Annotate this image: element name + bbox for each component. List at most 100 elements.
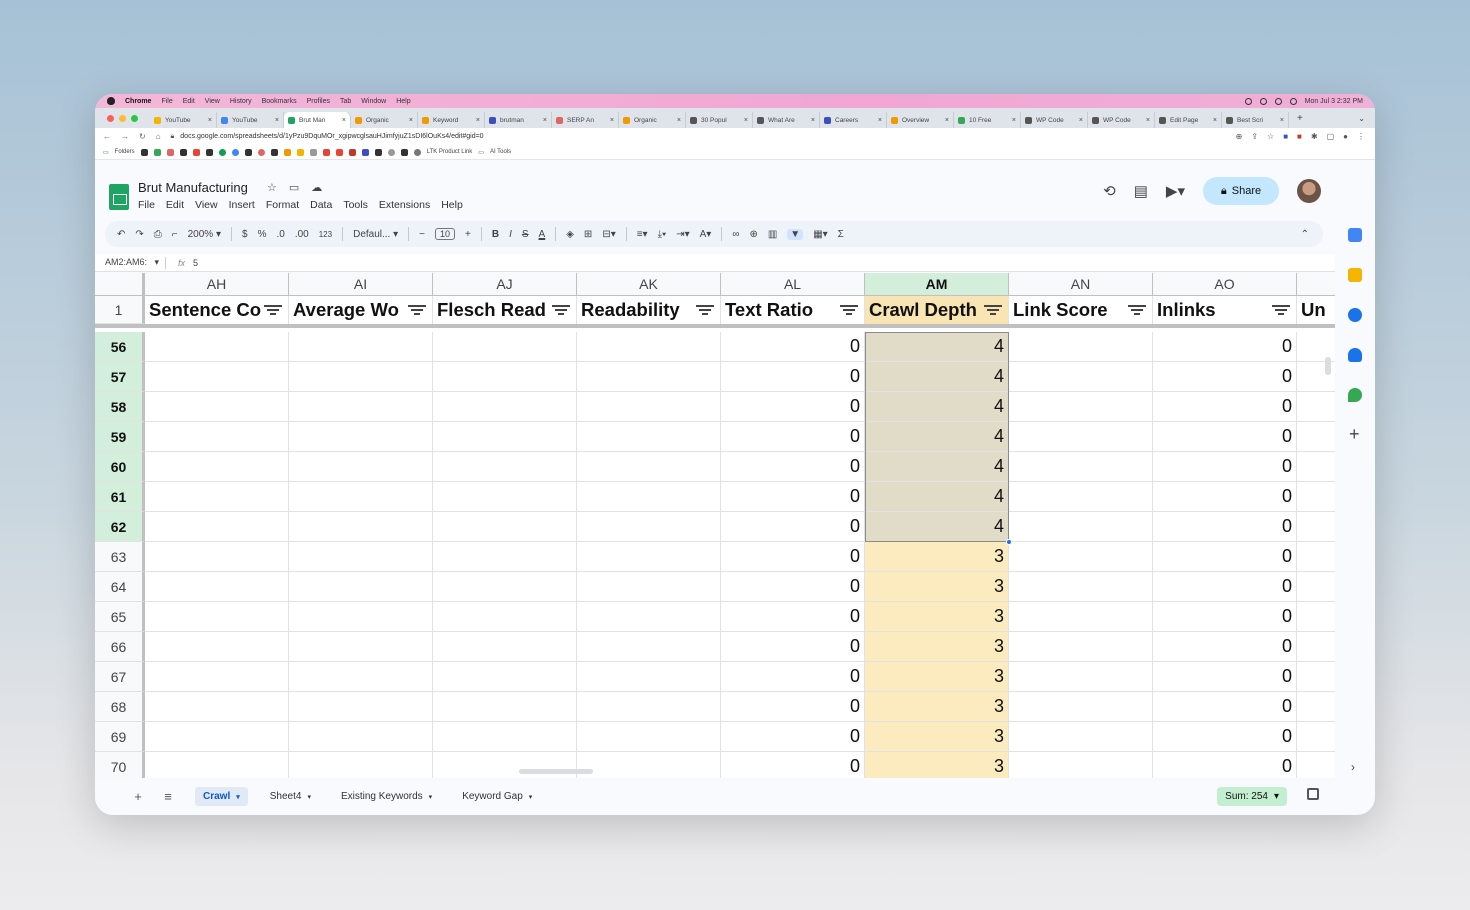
browser-tab[interactable]: Organic × <box>619 112 686 128</box>
grid-cell[interactable]: 0 <box>721 482 865 512</box>
zoom-icon[interactable]: ⊕ <box>1236 132 1243 141</box>
grid-cell[interactable] <box>289 452 433 482</box>
grid-cell[interactable] <box>433 332 577 362</box>
grid-cell[interactable]: 3 <box>865 632 1009 662</box>
grid-cell[interactable] <box>1297 662 1335 692</box>
grid-cell[interactable]: 4 <box>865 362 1009 392</box>
keep-icon[interactable] <box>1348 268 1362 282</box>
chevron-down-icon[interactable]: ▾ <box>236 793 240 801</box>
browser-tab[interactable]: Overview × <box>887 112 954 128</box>
vertical-align-icon[interactable]: ⤓▾ <box>658 229 667 240</box>
bookmark-icon[interactable] <box>257 148 265 156</box>
zoom-window-button[interactable] <box>131 114 138 122</box>
spreadsheet-grid[interactable]: AH AI AJ AK AL AM AN AO 1 Sentence Co Average Wo… <box>95 273 1335 778</box>
menu-edit[interactable]: Edit <box>166 199 184 211</box>
menubar-item-window[interactable]: Window <box>361 98 386 105</box>
grid-cell[interactable] <box>289 752 433 778</box>
profile-icon[interactable]: ● <box>1343 132 1348 141</box>
grid-cell[interactable]: 0 <box>721 542 865 572</box>
select-all-corner[interactable] <box>95 273 145 296</box>
filter-icon[interactable] <box>1270 305 1292 315</box>
bookmark-icon[interactable] <box>309 148 317 156</box>
menu-view[interactable]: View <box>195 199 218 211</box>
browser-tab[interactable]: Brut Man × <box>284 112 351 128</box>
browser-tab[interactable]: What Are × <box>753 112 820 128</box>
grid-cell[interactable]: 0 <box>1153 572 1297 602</box>
grid-cell[interactable] <box>1297 482 1335 512</box>
close-tab-icon[interactable]: × <box>744 117 748 124</box>
bookmark-icon[interactable] <box>166 148 174 156</box>
decrease-decimal-button[interactable]: .0 <box>276 229 284 240</box>
grid-cell[interactable] <box>145 392 289 422</box>
currency-format-button[interactable]: $ <box>242 229 248 240</box>
menu-file[interactable]: File <box>138 199 155 211</box>
menubar-item-file[interactable]: File <box>161 98 172 105</box>
close-tab-icon[interactable]: × <box>1079 117 1083 124</box>
menu-tools[interactable]: Tools <box>343 199 368 211</box>
browser-tab[interactable]: 10 Free × <box>954 112 1021 128</box>
close-tab-icon[interactable]: × <box>275 117 279 124</box>
decrease-font-size-icon[interactable]: − <box>419 229 425 240</box>
grid-cell[interactable] <box>145 572 289 602</box>
grid-cell[interactable] <box>289 572 433 602</box>
browser-tab[interactable]: YouTube × <box>150 112 217 128</box>
grid-cell[interactable] <box>1009 752 1153 778</box>
sheet-tab-sheet4[interactable]: Sheet4 ▾ <box>262 787 319 806</box>
row-number[interactable]: 64 <box>95 572 145 602</box>
grid-cell[interactable] <box>1297 422 1335 452</box>
sheet-tab-keyword-gap[interactable]: Keyword Gap ▾ <box>454 787 540 806</box>
menu-extensions[interactable]: Extensions <box>379 199 430 211</box>
grid-cell[interactable] <box>289 722 433 752</box>
grid-cell[interactable] <box>1009 602 1153 632</box>
grid-cell[interactable] <box>433 662 577 692</box>
grid-cell[interactable] <box>1297 542 1335 572</box>
grid-cell[interactable] <box>1009 542 1153 572</box>
home-icon[interactable]: ⌂ <box>156 132 161 141</box>
grid-cell[interactable]: 3 <box>865 722 1009 752</box>
minimize-window-button[interactable] <box>119 114 126 122</box>
move-folder-icon[interactable]: ▭ <box>289 181 299 194</box>
grid-cell[interactable]: 0 <box>1153 422 1297 452</box>
lock-icon[interactable]: 🔒︎ <box>171 133 175 141</box>
menubar-item-edit[interactable]: Edit <box>183 98 195 105</box>
print-icon[interactable]: ⎙ <box>154 229 162 240</box>
grid-cell[interactable]: 4 <box>865 392 1009 422</box>
grid-cell[interactable]: 0 <box>721 362 865 392</box>
grid-cell[interactable] <box>145 512 289 542</box>
grid-cell[interactable] <box>145 602 289 632</box>
row-number[interactable]: 67 <box>95 662 145 692</box>
redo-icon[interactable]: ↷ <box>135 229 143 240</box>
browser-tab[interactable]: YouTube × <box>217 112 284 128</box>
grid-cell[interactable]: 0 <box>1153 602 1297 632</box>
grid-cell[interactable]: 3 <box>865 572 1009 602</box>
chevron-down-icon[interactable]: ▾ <box>529 793 533 801</box>
menubar-item-tab[interactable]: Tab <box>340 98 351 105</box>
comments-icon[interactable]: ▤ <box>1134 182 1148 200</box>
grid-cell[interactable] <box>1009 452 1153 482</box>
grid-cell[interactable] <box>145 542 289 572</box>
bookmark-icon[interactable] <box>244 148 252 156</box>
increase-font-size-icon[interactable]: + <box>465 229 471 240</box>
row-number[interactable]: 56 <box>95 332 145 362</box>
bookmark-icon[interactable] <box>140 148 148 156</box>
sheets-logo-icon[interactable] <box>109 184 129 210</box>
borders-icon[interactable]: ⊞ <box>584 229 592 240</box>
grid-cell[interactable]: 0 <box>721 452 865 482</box>
paint-format-icon[interactable]: ⌐ <box>172 229 178 240</box>
row-number[interactable]: 62 <box>95 512 145 542</box>
font-size-input[interactable]: 10 <box>435 228 456 240</box>
tasks-icon[interactable] <box>1348 308 1362 322</box>
more-formats-button[interactable]: 123 <box>319 230 332 239</box>
grid-cell[interactable]: 0 <box>1153 332 1297 362</box>
grid-cell[interactable] <box>289 602 433 632</box>
new-tab-button[interactable]: + <box>1297 113 1303 124</box>
grid-cell[interactable] <box>1009 362 1153 392</box>
grid-cell[interactable] <box>145 692 289 722</box>
menu-data[interactable]: Data <box>310 199 332 211</box>
grid-cell[interactable] <box>433 482 577 512</box>
bookmark-icon[interactable] <box>413 148 421 156</box>
grid-cell[interactable]: 0 <box>1153 632 1297 662</box>
grid-cell[interactable]: 0 <box>721 572 865 602</box>
grid-cell[interactable]: 0 <box>721 332 865 362</box>
filter-icon[interactable]: ▼ <box>787 228 804 240</box>
